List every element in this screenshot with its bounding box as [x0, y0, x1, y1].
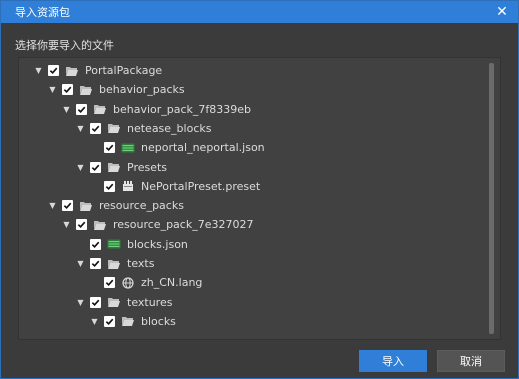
- folder-open-icon: [93, 103, 107, 115]
- checkbox[interactable]: [90, 238, 101, 250]
- import-resource-pack-dialog: 导入资源包 ✕ 选择你要导入的文件 ▼ PortalPackage ▼ behavio…: [0, 0, 519, 379]
- expand-arrow-icon[interactable]: ▼: [75, 258, 86, 269]
- expand-arrow-icon[interactable]: ▼: [75, 162, 86, 173]
- tree-row[interactable]: ▼blocks.json: [75, 235, 188, 254]
- preset-file-icon: [121, 180, 135, 192]
- tree-item-label: textures: [127, 295, 173, 309]
- tree-row[interactable]: ▼ textures: [75, 293, 172, 312]
- checkbox[interactable]: [62, 200, 73, 212]
- tree-item-label: blocks.json: [127, 237, 188, 251]
- checkbox[interactable]: [104, 180, 115, 192]
- dialog-title: 导入资源包: [15, 6, 70, 19]
- checkbox[interactable]: [90, 122, 101, 134]
- tree-item-label: Presets: [127, 160, 168, 174]
- tree-row[interactable]: ▼ netease_blocks: [75, 119, 211, 138]
- tree-row[interactable]: ▼ texts: [75, 254, 154, 273]
- expand-arrow-icon[interactable]: ▼: [47, 84, 58, 95]
- checkbox[interactable]: [76, 103, 87, 115]
- checkbox[interactable]: [104, 315, 115, 327]
- tree-item-label: NePortalPreset.preset: [141, 179, 261, 193]
- file-tree[interactable]: ▼ PortalPackage ▼ behavior_packs ▼ behavior_p…: [18, 57, 501, 340]
- expand-arrow-icon[interactable]: ▼: [75, 297, 86, 308]
- folder-open-icon: [107, 161, 121, 173]
- folder-open-icon: [65, 65, 79, 77]
- prompt-label: 选择你要导入的文件: [15, 39, 114, 52]
- vertical-scrollbar[interactable]: [489, 63, 494, 334]
- checkbox[interactable]: [90, 161, 101, 173]
- title-bar: 导入资源包 ✕: [1, 1, 518, 23]
- tree-row[interactable]: ▼zh_CN.lang: [89, 273, 202, 292]
- expand-arrow-icon[interactable]: ▼: [33, 65, 44, 76]
- tree-item-label: texts: [127, 257, 155, 270]
- folder-open-icon: [107, 296, 121, 308]
- tree-item-label: blocks: [141, 314, 176, 328]
- checkbox[interactable]: [104, 142, 115, 154]
- folder-open-icon: [107, 258, 121, 270]
- tree-item-label: behavior_packs: [99, 83, 185, 97]
- folder-open-icon: [121, 315, 135, 327]
- checkbox[interactable]: [90, 296, 101, 308]
- checkbox[interactable]: [90, 258, 101, 269]
- folder-open-icon: [93, 219, 107, 231]
- tree-row[interactable]: ▼NePortalPreset.preset: [89, 177, 260, 196]
- expand-arrow-icon[interactable]: ▼: [47, 200, 58, 211]
- import-button[interactable]: 导入: [359, 350, 427, 372]
- expand-arrow-icon[interactable]: ▼: [61, 219, 72, 230]
- tree-item-label: resource_packs: [99, 199, 184, 213]
- tree-item-label: netease_blocks: [127, 121, 212, 135]
- folder-open-icon: [107, 122, 121, 134]
- checkbox[interactable]: [62, 84, 73, 96]
- tree-item-label: neportal_neportal.json: [141, 141, 265, 155]
- checkbox[interactable]: [48, 65, 59, 76]
- checkbox[interactable]: [104, 277, 115, 289]
- expand-arrow-icon[interactable]: ▼: [75, 123, 86, 134]
- tree-item-label: behavior_pack_7f8339eb: [113, 102, 252, 116]
- globe-icon: [121, 277, 135, 289]
- tree-item-label: PortalPackage: [85, 64, 163, 77]
- expand-arrow-icon[interactable]: ▼: [89, 316, 100, 327]
- tree-row[interactable]: ▼ Presets: [75, 158, 167, 177]
- json-file-icon: [121, 142, 135, 154]
- close-icon[interactable]: ✕: [494, 4, 510, 20]
- expand-arrow-icon[interactable]: ▼: [61, 104, 72, 115]
- checkbox[interactable]: [76, 219, 87, 231]
- tree-row[interactable]: ▼ behavior_pack_7f8339eb: [61, 100, 251, 119]
- tree-row[interactable]: ▼ resource_packs: [47, 196, 184, 215]
- tree-row[interactable]: ▼ PortalPackage: [33, 61, 162, 80]
- cancel-button[interactable]: 取消: [437, 350, 505, 372]
- folder-open-icon: [79, 84, 93, 96]
- json-file-icon: [107, 238, 121, 250]
- tree-row[interactable]: ▼neportal_neportal.json: [89, 138, 265, 157]
- tree-row[interactable]: ▼ behavior_packs: [47, 80, 185, 99]
- tree-item-label: resource_pack_7e327027: [113, 218, 254, 232]
- tree-row[interactable]: ▼ resource_pack_7e327027: [61, 215, 253, 234]
- tree-row[interactable]: ▼ blocks: [89, 312, 176, 331]
- tree-item-label: zh_CN.lang: [141, 276, 203, 290]
- folder-open-icon: [79, 200, 93, 212]
